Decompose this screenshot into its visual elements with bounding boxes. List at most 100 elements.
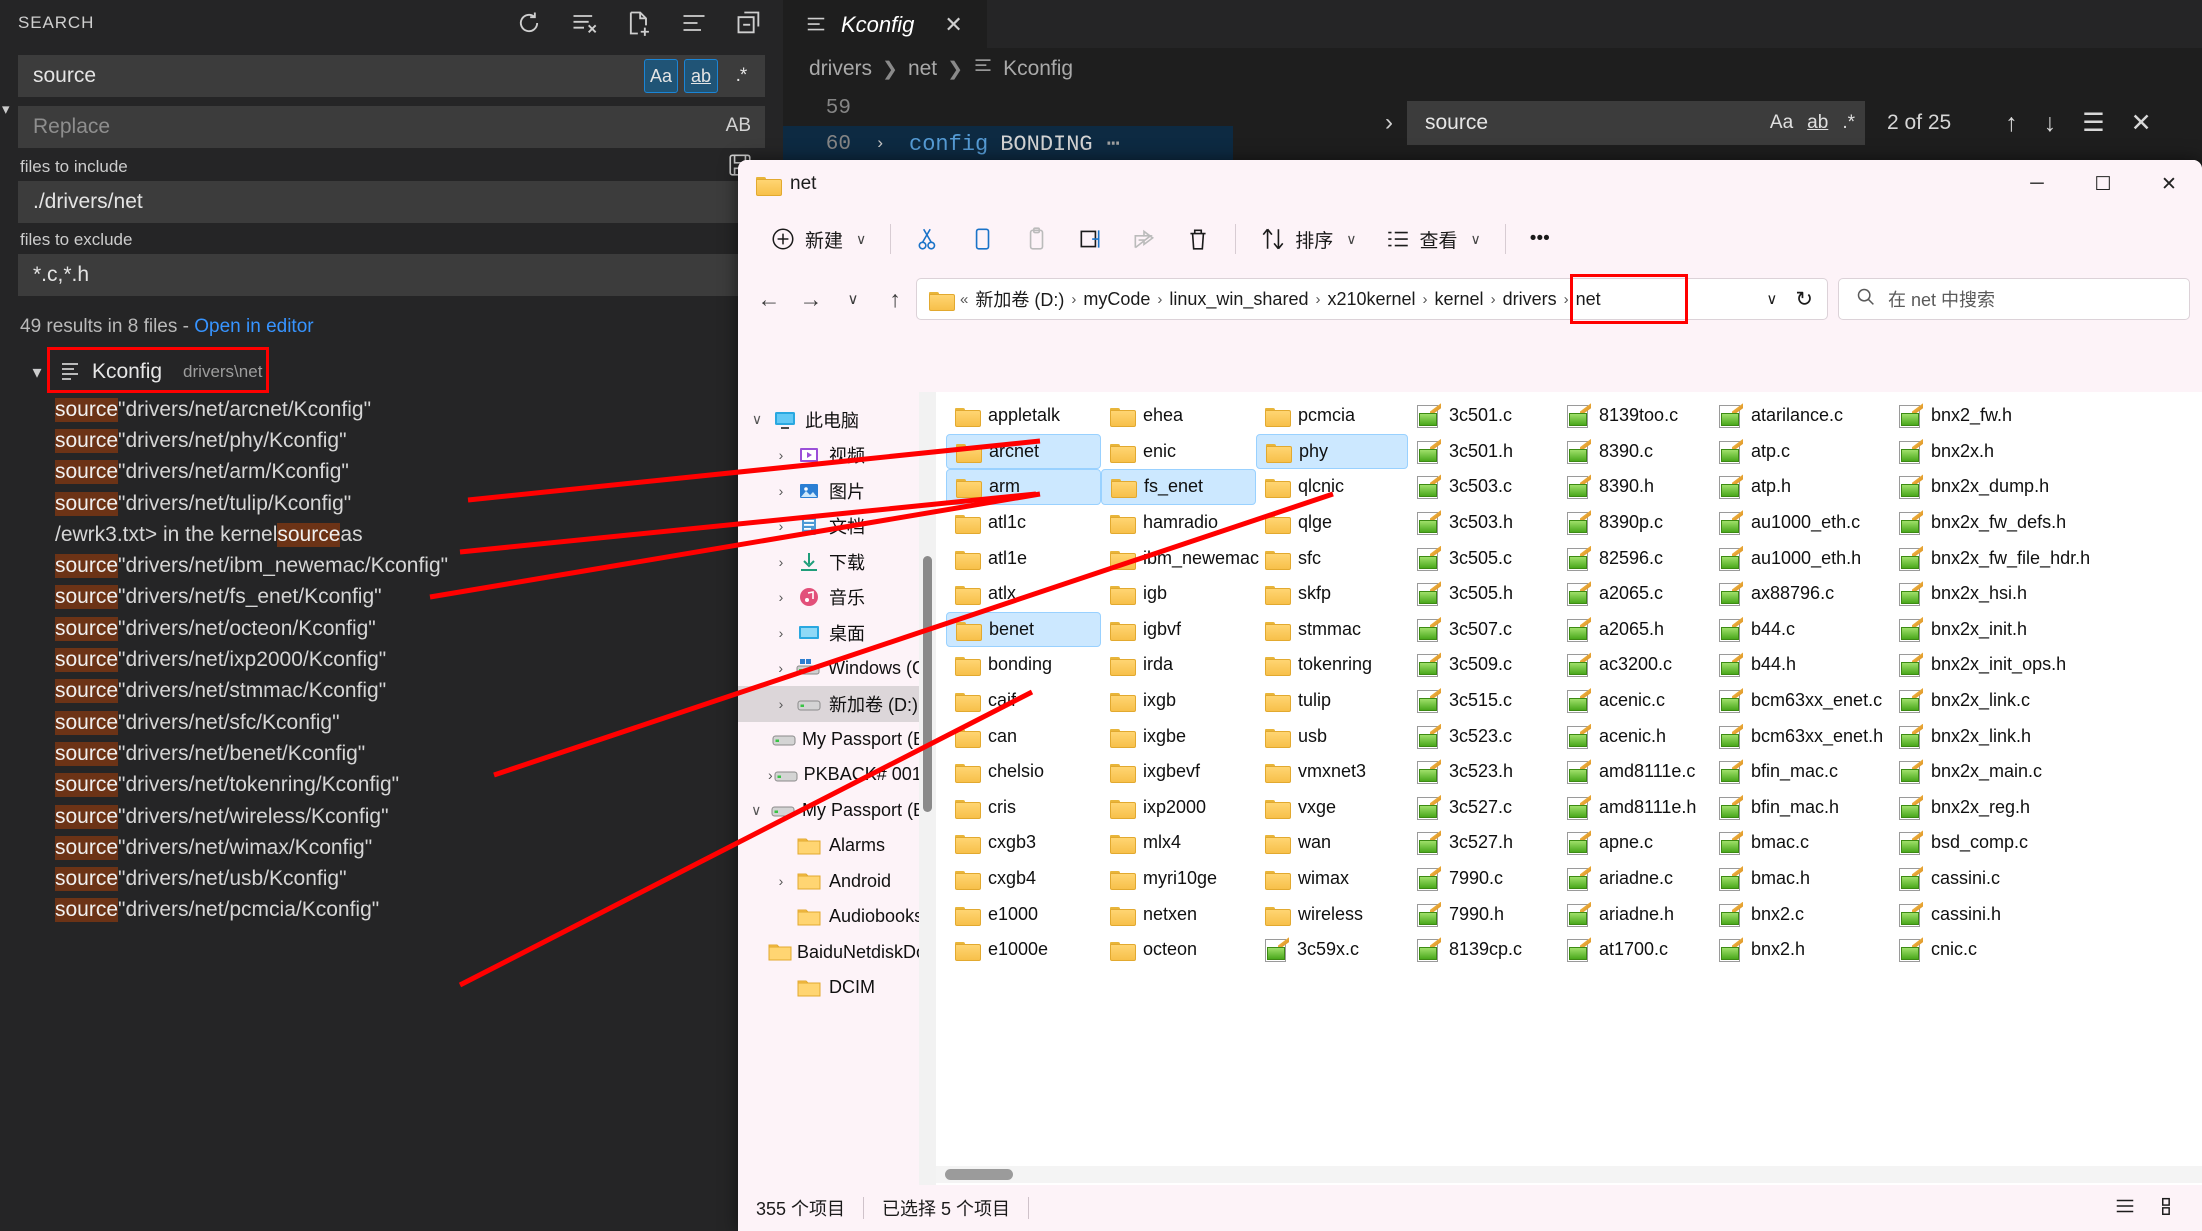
search-match-row[interactable]: source "drivers/net/wimax/Kconfig" <box>18 832 765 863</box>
file-list-item[interactable]: 7990.c <box>1408 861 1558 897</box>
file-list-item[interactable]: bnx2x_hsi.h <box>1890 576 2090 612</box>
file-list-item[interactable]: 8139too.c <box>1558 398 1710 434</box>
file-list-item[interactable]: cxgb3 <box>946 825 1101 861</box>
file-list-item[interactable]: 3c527.h <box>1408 825 1558 861</box>
search-match-row[interactable]: source "drivers/net/tokenring/Kconfig" <box>18 770 765 801</box>
chevron-down-icon[interactable]: ∨ <box>1471 231 1481 248</box>
recent-locations-button[interactable]: ∨ <box>832 278 874 320</box>
large-icons-view-icon[interactable] <box>2158 1195 2184 1222</box>
cut-button[interactable] <box>901 217 955 261</box>
file-list-item[interactable]: at1700.c <box>1558 932 1710 968</box>
search-match-row[interactable]: source "drivers/net/fs_enet/Kconfig" <box>18 582 765 613</box>
details-view-icon[interactable] <box>2112 1195 2138 1222</box>
file-list-item[interactable]: stmmac <box>1256 612 1408 648</box>
scrollbar-thumb[interactable] <box>945 1169 1013 1180</box>
file-list-item[interactable]: 8390p.c <box>1558 505 1710 541</box>
collapse-all-icon[interactable] <box>735 9 763 37</box>
file-list-item[interactable]: ixgb <box>1101 683 1256 719</box>
minimize-button[interactable]: ─ <box>2004 160 2070 208</box>
file-list-item[interactable]: ax88796.c <box>1710 576 1890 612</box>
file-list-item[interactable]: caif <box>946 683 1101 719</box>
search-match-row[interactable]: source "drivers/net/ixp2000/Kconfig" <box>18 644 765 675</box>
file-list-item[interactable]: arm <box>946 469 1101 505</box>
search-match-row[interactable]: source "drivers/net/tulip/Kconfig" <box>18 488 765 519</box>
file-list-item[interactable]: tokenring <box>1256 647 1408 683</box>
file-list-item[interactable]: cnic.c <box>1890 932 2090 968</box>
file-list-item[interactable]: ixp2000 <box>1101 790 1256 826</box>
use-regex-toggle[interactable]: .* <box>1842 112 1855 134</box>
close-find-icon[interactable]: ✕ <box>2131 108 2152 138</box>
file-list-item[interactable]: tulip <box>1256 683 1408 719</box>
file-list-item[interactable]: bnx2x.h <box>1890 434 2090 470</box>
nav-item-2[interactable]: › 图片 <box>738 473 936 509</box>
nav-item-5[interactable]: › 音乐 <box>738 580 936 616</box>
close-button[interactable]: ✕ <box>2136 160 2202 208</box>
toggle-replace-chevron-icon[interactable]: › <box>1371 109 1407 137</box>
file-list-item[interactable]: bnx2x_dump.h <box>1890 469 2090 505</box>
file-list-item[interactable]: bmac.c <box>1710 825 1890 861</box>
open-new-search-editor-icon[interactable] <box>625 9 653 37</box>
file-list-item[interactable]: ixgbe <box>1101 718 1256 754</box>
forward-button[interactable]: → <box>790 278 832 320</box>
file-list-item[interactable]: irda <box>1101 647 1256 683</box>
address-breadcrumb[interactable]: « 新加卷 (D:) › myCode › linux_win_shared ›… <box>916 274 1828 324</box>
file-list-item[interactable]: 3c505.h <box>1408 576 1558 612</box>
file-list-item[interactable]: usb <box>1256 718 1408 754</box>
file-list-item[interactable]: bnx2x_link.h <box>1890 718 2090 754</box>
file-list-item[interactable]: arcnet <box>946 433 1101 470</box>
next-match-icon[interactable]: ↓ <box>2044 109 2057 138</box>
file-list-item[interactable]: ac3200.c <box>1558 647 1710 683</box>
crumb-net[interactable]: net <box>1576 289 1601 310</box>
file-list-item[interactable]: bonding <box>946 647 1101 683</box>
chevron-right-icon[interactable]: › <box>768 518 794 534</box>
chevron-down-icon[interactable]: ∨ <box>856 231 866 248</box>
rename-button[interactable] <box>1063 217 1117 261</box>
search-match-row[interactable]: source "drivers/net/phy/Kconfig" <box>18 425 765 456</box>
file-list-item[interactable]: ibm_newemac <box>1101 540 1259 576</box>
file-list-item[interactable]: bnx2x_fw_defs.h <box>1890 505 2090 541</box>
search-match-row[interactable]: /ewrk3.txt> in the kernel source as <box>18 519 765 550</box>
chevron-right-icon[interactable]: › <box>768 873 794 889</box>
file-list-item[interactable]: ehea <box>1101 398 1256 434</box>
nav-item-15[interactable]: BaiduNetdiskDown <box>738 935 936 971</box>
file-list-item[interactable]: appletalk <box>946 398 1101 434</box>
fold-indicator[interactable]: › <box>875 135 909 154</box>
files-to-include-input[interactable]: ./drivers/net <box>18 181 765 223</box>
chevron-right-icon[interactable]: › <box>768 447 794 463</box>
nav-item-10[interactable]: ›PKBACK# 001 (F:) <box>738 757 936 793</box>
search-match-row[interactable]: source "drivers/net/arm/Kconfig" <box>18 457 765 488</box>
paste-button[interactable] <box>1009 217 1063 261</box>
file-list-item[interactable]: bmac.h <box>1710 861 1890 897</box>
file-list-item[interactable]: cassini.c <box>1890 861 2090 897</box>
breadcrumb-item-drivers[interactable]: drivers <box>809 57 872 81</box>
nav-item-14[interactable]: Audiobooks <box>738 899 936 935</box>
search-match-row[interactable]: source "drivers/net/ibm_newemac/Kconfig" <box>18 550 765 581</box>
previous-match-icon[interactable]: ↑ <box>2005 109 2018 138</box>
find-input[interactable]: source <box>1425 111 1770 135</box>
search-match-row[interactable]: source "drivers/net/wireless/Kconfig" <box>18 801 765 832</box>
file-list-item[interactable]: 8390.h <box>1558 469 1710 505</box>
file-list-item[interactable]: vxge <box>1256 790 1408 826</box>
file-list-item[interactable]: atl1c <box>946 505 1101 541</box>
match-case-toggle[interactable]: Aa <box>644 59 678 93</box>
file-list-item[interactable]: cxgb4 <box>946 861 1101 897</box>
file-list-item[interactable]: bnx2.c <box>1710 896 1890 932</box>
file-list-item[interactable]: pcmcia <box>1256 398 1408 434</box>
file-list-item[interactable]: acenic.c <box>1558 683 1710 719</box>
file-list-item[interactable]: cris <box>946 790 1101 826</box>
file-list-item[interactable]: apne.c <box>1558 825 1710 861</box>
whole-word-toggle[interactable]: ab <box>1807 112 1828 134</box>
file-list-item[interactable]: 3c503.c <box>1408 469 1558 505</box>
nav-item-12[interactable]: Alarms <box>738 828 936 864</box>
file-list-item[interactable]: cassini.h <box>1890 896 2090 932</box>
file-list-item[interactable]: phy <box>1256 433 1408 470</box>
nav-item-16[interactable]: DCIM <box>738 970 936 1006</box>
open-in-editor-link[interactable]: Open in editor <box>194 316 313 337</box>
preserve-case-toggle[interactable]: AB <box>726 115 751 137</box>
file-list-item[interactable]: au1000_eth.c <box>1710 505 1890 541</box>
whole-word-toggle[interactable]: ab <box>684 59 718 93</box>
file-list-item[interactable]: sfc <box>1256 540 1408 576</box>
chevron-right-icon[interactable]: › <box>768 589 794 605</box>
chevron-right-icon[interactable]: › <box>768 554 794 570</box>
file-list-item[interactable]: amd8111e.c <box>1558 754 1710 790</box>
